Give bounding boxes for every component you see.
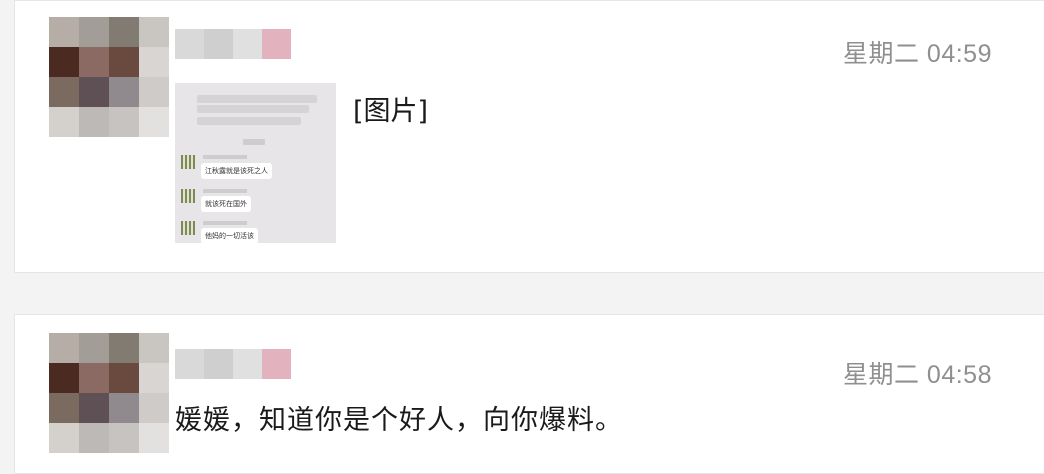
thumbnail-system-line xyxy=(197,105,309,113)
avatar[interactable] xyxy=(49,333,169,453)
image-preview-label: [图片] xyxy=(353,96,429,127)
thumbnail-bubble: 就该死在国外 xyxy=(201,196,251,212)
thumbnail-nickname xyxy=(203,221,247,225)
avatar[interactable] xyxy=(49,17,169,137)
avatar-mosaic-cell xyxy=(79,363,109,393)
thumbnail-avatar-icon xyxy=(181,189,195,203)
thumbnail-system-line xyxy=(197,117,301,125)
avatar-mosaic-cell xyxy=(79,47,109,77)
thumbnail-bubble: 江秋露就是该死之人 xyxy=(201,163,272,179)
message-time: 星期二 04:59 xyxy=(842,40,992,68)
thumbnail-bubble: 他妈的一切活该 xyxy=(201,228,258,243)
avatar-mosaic-cell xyxy=(139,423,169,453)
avatar-mosaic-cell xyxy=(79,107,109,137)
name-mosaic-cell xyxy=(204,29,233,59)
avatar-mosaic-cell xyxy=(109,423,139,453)
avatar-mosaic-cell xyxy=(79,393,109,423)
avatar-mosaic-cell xyxy=(109,393,139,423)
avatar-mosaic-cell xyxy=(79,17,109,47)
name-mosaic-cell xyxy=(233,29,262,59)
avatar-mosaic-cell xyxy=(139,393,169,423)
thumbnail-avatar-icon xyxy=(181,221,195,235)
message-text: 媛媛，知道你是个好人，向你爆料。 xyxy=(175,405,623,436)
avatar-mosaic-cell xyxy=(139,17,169,47)
avatar-mosaic-cell xyxy=(49,393,79,423)
image-thumbnail[interactable]: 江秋露就是该死之人 就该死在国外 他妈的一切活该 xyxy=(175,83,336,243)
thumbnail-nickname xyxy=(203,189,247,193)
name-mosaic-cell xyxy=(233,349,262,379)
avatar-mosaic-cell xyxy=(109,363,139,393)
message-time: 星期二 04:58 xyxy=(842,361,992,389)
sender-name-mosaic xyxy=(175,349,291,379)
name-mosaic-cell xyxy=(204,349,233,379)
avatar-mosaic-cell xyxy=(139,77,169,107)
name-mosaic-cell xyxy=(262,349,291,379)
avatar-mosaic-cell xyxy=(109,17,139,47)
name-mosaic-cell xyxy=(175,349,204,379)
avatar-mosaic-cell xyxy=(79,423,109,453)
sender-name-mosaic xyxy=(175,29,291,59)
message-card[interactable]: 星期二 04:58 媛媛，知道你是个好人，向你爆料。 xyxy=(14,314,1044,474)
name-mosaic-cell xyxy=(175,29,204,59)
avatar-mosaic-cell xyxy=(49,107,79,137)
avatar-mosaic-cell xyxy=(49,333,79,363)
avatar-mosaic-cell xyxy=(49,423,79,453)
avatar-mosaic-cell xyxy=(109,77,139,107)
avatar-mosaic-cell xyxy=(49,47,79,77)
avatar-mosaic-cell xyxy=(139,47,169,77)
thumbnail-avatar-icon xyxy=(181,155,195,169)
avatar-mosaic-cell xyxy=(49,363,79,393)
avatar-mosaic-cell xyxy=(139,107,169,137)
name-mosaic-cell xyxy=(262,29,291,59)
avatar-mosaic-cell xyxy=(139,333,169,363)
avatar-mosaic-cell xyxy=(49,77,79,107)
avatar-mosaic-cell xyxy=(109,107,139,137)
thumbnail-system-line xyxy=(197,95,317,103)
thumbnail-timestamp xyxy=(243,139,265,145)
avatar-mosaic-cell xyxy=(79,77,109,107)
message-card[interactable]: 星期二 04:59 江秋露就是该死之人 就该死在国外 他妈的一切活该 [图片] xyxy=(14,0,1044,273)
avatar-mosaic-cell xyxy=(49,17,79,47)
avatar-mosaic-cell xyxy=(79,333,109,363)
avatar-mosaic-cell xyxy=(109,47,139,77)
avatar-mosaic-cell xyxy=(109,333,139,363)
avatar-mosaic-cell xyxy=(139,363,169,393)
thumbnail-nickname xyxy=(203,155,247,159)
